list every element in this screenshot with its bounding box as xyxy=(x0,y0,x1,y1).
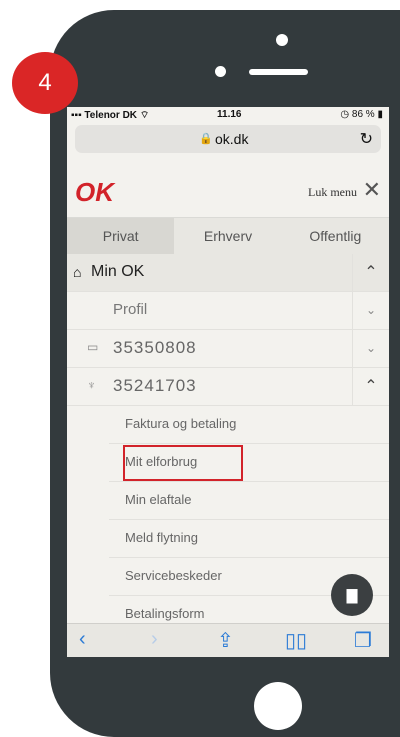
submenu-faktura[interactable]: Faktura og betaling xyxy=(109,406,389,444)
submenu-meld-flytning[interactable]: Meld flytning xyxy=(109,520,389,558)
lock-icon: 🔒 xyxy=(199,133,213,145)
step-badge: 4 xyxy=(12,52,78,114)
reload-icon[interactable]: ↻ xyxy=(360,129,373,149)
ok-logo[interactable]: OK xyxy=(75,177,114,208)
submenu-label: Servicebeskeder xyxy=(125,568,222,583)
browser-toolbar: ‹ › ⇪ ▯▯ ❐ xyxy=(67,623,389,657)
submenu-label: Min elaftale xyxy=(125,492,192,507)
chevron-up-icon[interactable]: ⌃ xyxy=(352,254,389,291)
tab-erhverv[interactable]: Erhverv xyxy=(174,218,281,254)
address-bar[interactable]: 🔒 ok.dk ↻ xyxy=(75,125,381,153)
profil-label: Profil xyxy=(113,301,148,318)
forward-icon[interactable]: › xyxy=(151,628,158,651)
chevron-up-icon[interactable]: ⌃ xyxy=(352,368,389,405)
menu-profil[interactable]: Profil ⌄ xyxy=(67,292,389,330)
chat-icon: ▇ xyxy=(346,586,358,603)
submenu-label: Faktura og betaling xyxy=(125,416,237,431)
status-time: 11.16 xyxy=(217,109,242,120)
account-number: 35350808 xyxy=(113,338,197,357)
chat-button[interactable]: ▇ xyxy=(331,574,373,616)
speaker-grille xyxy=(249,69,308,75)
battery-status: ◷ 86 % ▮ xyxy=(340,109,383,120)
share-icon[interactable]: ⇪ xyxy=(217,628,234,653)
status-bar: ▪▪▪ Telenor DK ⌔ 11.16 ◷ 86 % ▮ xyxy=(67,107,389,121)
back-icon[interactable]: ‹ xyxy=(79,628,86,651)
home-icon: ⌂ xyxy=(73,264,82,280)
sensor-dot xyxy=(215,66,226,77)
url-text: ok.dk xyxy=(215,131,249,147)
camera-dot xyxy=(276,34,288,46)
plug-icon: ♆ xyxy=(87,378,96,392)
card-icon: ▭ xyxy=(87,340,99,354)
home-button[interactable] xyxy=(254,682,302,730)
menu-account-2[interactable]: ♆ 35241703 ⌃ xyxy=(67,368,389,406)
submenu-label: Meld flytning xyxy=(125,530,198,545)
carrier-label: ▪▪▪ Telenor DK ⌔ xyxy=(71,110,150,121)
chevron-down-icon[interactable]: ⌄ xyxy=(352,292,389,329)
submenu-label: Betalingsform xyxy=(125,606,205,621)
phone-screen: ▪▪▪ Telenor DK ⌔ 11.16 ◷ 86 % ▮ 🔒 ok.dk … xyxy=(67,107,389,657)
close-icon[interactable]: ✕ xyxy=(363,177,381,203)
chevron-down-icon[interactable]: ⌄ xyxy=(352,330,389,367)
wifi-icon: ⌔ xyxy=(139,110,150,121)
menu-min-ok[interactable]: ⌂ Min OK ⌃ xyxy=(67,254,389,292)
submenu-min-elaftale[interactable]: Min elaftale xyxy=(109,482,389,520)
segment-tabs: Privat Erhverv Offentlig xyxy=(67,217,389,255)
signal-icon: ▪▪▪ xyxy=(71,110,82,121)
tab-offentlig[interactable]: Offentlig xyxy=(282,218,389,254)
bookmarks-icon[interactable]: ▯▯ xyxy=(285,628,307,653)
tab-privat[interactable]: Privat xyxy=(67,218,175,254)
highlight-box xyxy=(123,445,243,481)
min-ok-label: Min OK xyxy=(91,263,145,280)
close-menu-label[interactable]: Luk menu xyxy=(308,185,357,200)
account-number: 35241703 xyxy=(113,376,197,395)
battery-icon: ▮ xyxy=(377,109,383,120)
alarm-icon: ◷ xyxy=(340,109,350,120)
menu-account-1[interactable]: ▭ 35350808 ⌄ xyxy=(67,330,389,368)
tabs-icon[interactable]: ❐ xyxy=(354,628,372,653)
